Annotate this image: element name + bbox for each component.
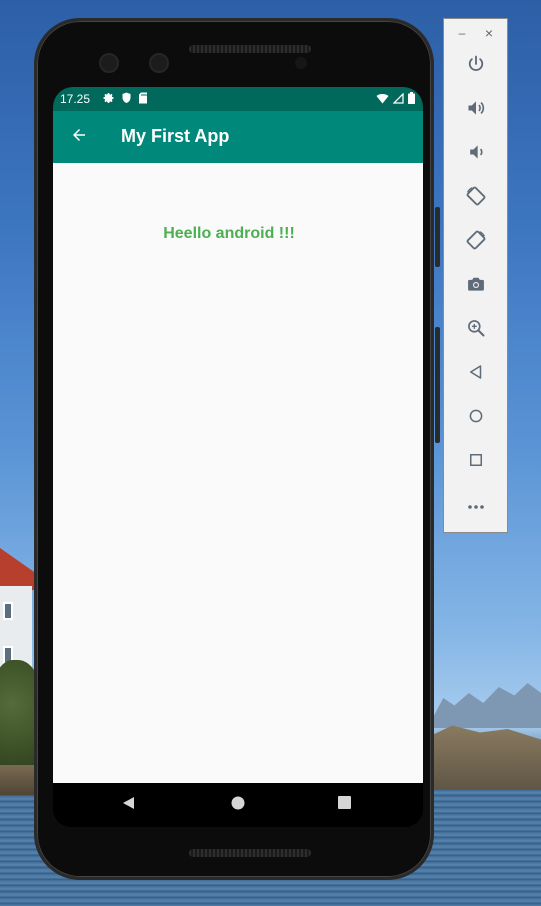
phone-screen: 17.25 My First App Heello android !!! bbox=[53, 87, 423, 827]
sd-card-icon bbox=[138, 92, 148, 107]
close-button[interactable]: × bbox=[481, 25, 497, 41]
zoom-icon bbox=[466, 318, 486, 343]
main-content: Heello android !!! bbox=[53, 163, 423, 783]
nav-recents-button[interactable] bbox=[332, 793, 356, 817]
back-button[interactable] bbox=[65, 123, 93, 151]
nav-back-button[interactable] bbox=[117, 793, 141, 817]
more-icon bbox=[467, 497, 485, 515]
power-button[interactable] bbox=[458, 49, 494, 83]
emulator-toolbar: – × bbox=[443, 18, 508, 533]
nav-home-button[interactable] bbox=[226, 793, 250, 817]
screenshot-button[interactable] bbox=[458, 269, 494, 303]
house-roof bbox=[0, 548, 36, 590]
home-icon bbox=[467, 407, 485, 430]
front-camera-left bbox=[99, 53, 119, 73]
front-camera-right bbox=[149, 53, 169, 73]
back-triangle-icon bbox=[122, 796, 136, 815]
app-title: My First App bbox=[121, 126, 230, 146]
zoom-button[interactable] bbox=[458, 313, 494, 347]
top-speaker-grille bbox=[189, 45, 311, 53]
volume-up-icon bbox=[466, 98, 486, 123]
house-wall bbox=[0, 586, 32, 668]
minimize-button[interactable]: – bbox=[454, 25, 470, 41]
home-circle-icon bbox=[231, 796, 245, 815]
proximity-sensor bbox=[295, 57, 307, 69]
background-shore bbox=[430, 725, 541, 792]
bottom-speaker-grille bbox=[189, 849, 311, 857]
camera-icon bbox=[466, 274, 486, 299]
background-mountains bbox=[430, 683, 541, 728]
house-window bbox=[3, 602, 13, 620]
shield-icon bbox=[121, 92, 132, 107]
status-icons-left bbox=[103, 92, 148, 107]
overview-icon bbox=[467, 451, 485, 474]
status-icons-right bbox=[376, 91, 415, 107]
home-button-toolbar[interactable] bbox=[458, 401, 494, 435]
status-time: 17.25 bbox=[60, 92, 91, 106]
rotate-right-icon bbox=[465, 229, 487, 256]
background-house bbox=[0, 548, 36, 668]
hello-message: Heello android !!! bbox=[163, 225, 295, 242]
phone-device-frame: 17.25 My First App Heello android !!! bbox=[34, 18, 440, 880]
volume-down-button[interactable] bbox=[458, 137, 494, 171]
wifi-icon bbox=[376, 93, 389, 107]
phone-power-side-button[interactable] bbox=[435, 207, 440, 267]
app-toolbar: My First App bbox=[53, 111, 423, 163]
gear-icon bbox=[103, 92, 115, 107]
volume-down-icon bbox=[466, 142, 486, 167]
navigation-bar bbox=[53, 783, 423, 827]
rotate-left-button[interactable] bbox=[458, 181, 494, 215]
cell-signal-icon bbox=[392, 91, 404, 107]
back-icon bbox=[467, 363, 485, 386]
status-bar: 17.25 bbox=[53, 87, 423, 111]
emulator-window-controls: – × bbox=[444, 25, 509, 41]
phone-volume-side-button[interactable] bbox=[435, 327, 440, 443]
rotate-left-icon bbox=[465, 185, 487, 212]
battery-icon bbox=[408, 92, 415, 107]
power-icon bbox=[466, 54, 486, 79]
overview-button[interactable] bbox=[458, 445, 494, 479]
more-button[interactable] bbox=[458, 489, 494, 523]
back-button-toolbar[interactable] bbox=[458, 357, 494, 391]
arrow-back-icon bbox=[70, 126, 88, 149]
recents-square-icon bbox=[337, 796, 351, 814]
volume-up-button[interactable] bbox=[458, 93, 494, 127]
rotate-right-button[interactable] bbox=[458, 225, 494, 259]
